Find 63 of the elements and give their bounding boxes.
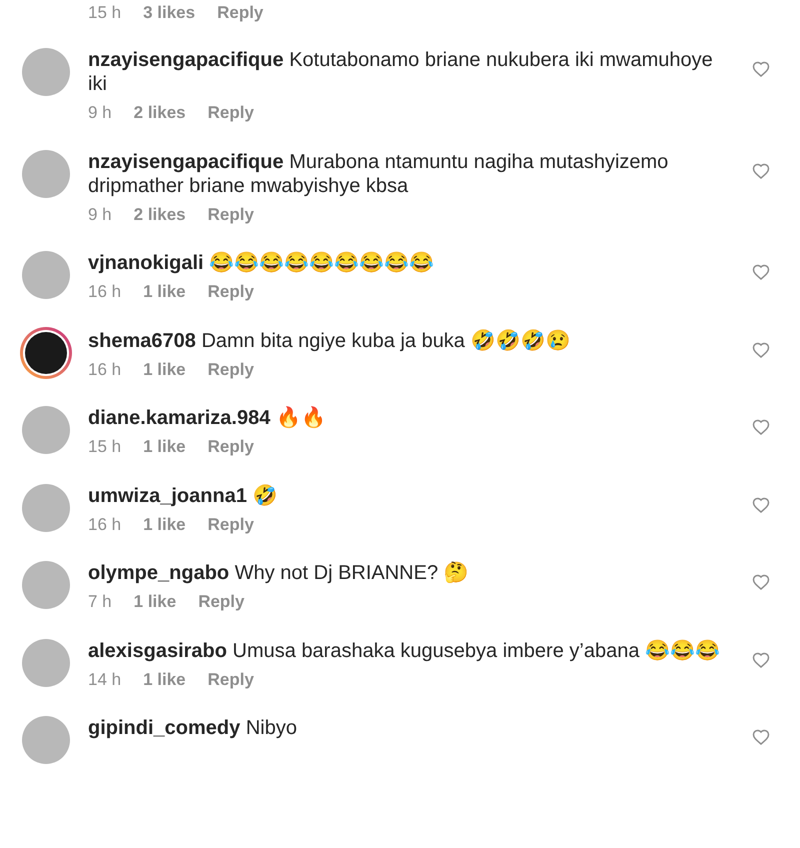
comment-text: diane.kamariza.984 🔥🔥: [88, 406, 327, 430]
reply-button[interactable]: Reply: [208, 512, 254, 537]
comment-time: 15 h: [88, 436, 122, 458]
reply-button[interactable]: Reply: [208, 202, 254, 227]
reply-button[interactable]: Reply: [198, 589, 244, 614]
comment-time: 15 h: [88, 2, 122, 24]
likes-count[interactable]: 1 like: [143, 279, 186, 304]
comment-time: 9 h: [88, 204, 112, 226]
reply-button[interactable]: Reply: [208, 434, 254, 460]
avatar[interactable]: [22, 561, 70, 609]
avatar-placeholder: [22, 561, 70, 609]
reply-button[interactable]: Reply: [208, 279, 254, 304]
avatar-placeholder: [22, 251, 70, 299]
avatar[interactable]: [22, 406, 70, 454]
comment-time: 9 h: [88, 102, 112, 124]
heart-icon[interactable]: [752, 418, 770, 435]
avatar-placeholder: [25, 332, 67, 374]
likes-count[interactable]: 1 like: [143, 434, 186, 460]
comment-text: gipindi_comedy Nibyo: [88, 716, 298, 740]
heart-icon[interactable]: [752, 728, 770, 745]
heart-icon[interactable]: [752, 496, 770, 512]
heart-icon[interactable]: [752, 162, 770, 178]
comment-text: alexisgasirabo Umusa barashaka kugusebya imbere y’abana 😂😂😂: [88, 638, 721, 662]
avatar-placeholder: [22, 406, 70, 454]
avatar-placeholder: [22, 716, 70, 764]
avatar[interactable]: [22, 251, 70, 299]
heart-icon[interactable]: [752, 60, 770, 77]
heart-icon[interactable]: [752, 263, 770, 280]
likes-count[interactable]: 3 likes: [143, 0, 196, 26]
comment-text: nzayisengapacifique Kotutabonamo briane nukubera iki mwamuhoye iki: [88, 48, 714, 96]
comment-time: 16 h: [88, 358, 122, 380]
avatar[interactable]: [22, 484, 70, 532]
comment-time: 16 h: [88, 281, 122, 303]
likes-count[interactable]: 1 like: [143, 512, 186, 537]
avatar[interactable]: [22, 638, 70, 686]
reply-button[interactable]: Reply: [208, 100, 254, 126]
avatar-placeholder: [22, 48, 70, 96]
avatar[interactable]: [22, 150, 70, 198]
avatar[interactable]: [22, 48, 70, 96]
comment-text: shema6708 Damn bita ngiye kuba ja buka 🤣🤣🤣😢: [88, 328, 572, 352]
reply-button[interactable]: Reply: [208, 356, 254, 382]
heart-icon[interactable]: [752, 340, 770, 358]
likes-count[interactable]: 1 like: [143, 356, 186, 382]
story-ring[interactable]: [20, 326, 72, 378]
comment-time: 7 h: [88, 591, 112, 613]
avatar-placeholder: [22, 484, 70, 532]
comment-time: 14 h: [88, 668, 122, 690]
likes-count[interactable]: 2 likes: [134, 100, 186, 126]
comment-text: nzayisengapacifique Murabona ntamuntu nagiha mutashyizemo dripmather briane mwabyishye kbsa: [88, 150, 670, 198]
likes-count[interactable]: 1 like: [134, 589, 176, 614]
heart-icon[interactable]: [752, 650, 770, 668]
avatar-placeholder: [22, 150, 70, 198]
comment-text: umwiza_joanna1 🤣: [88, 484, 278, 508]
reply-button[interactable]: Reply: [208, 666, 254, 692]
likes-count[interactable]: 1 like: [143, 666, 186, 692]
likes-count[interactable]: 2 likes: [134, 202, 186, 227]
avatar[interactable]: [22, 716, 70, 764]
heart-icon[interactable]: [752, 573, 770, 590]
reply-button[interactable]: Reply: [217, 0, 264, 26]
comment-time: 16 h: [88, 514, 122, 536]
comment-text: vjnanokigali 😂😂😂😂😂😂😂😂😂: [88, 251, 436, 275]
avatar-placeholder: [22, 638, 70, 686]
comment-text: olympe_ngabo Why not Dj BRIANNE? 🤔: [88, 561, 470, 585]
